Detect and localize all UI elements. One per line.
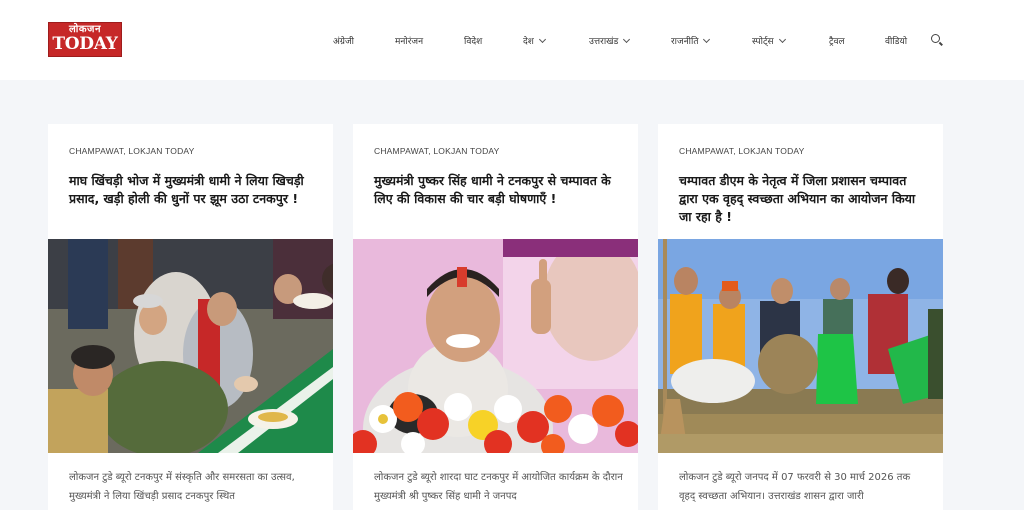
article-excerpt: लोकजन टुडे ब्यूरो टनकपुर में संस्कृति और… <box>69 472 295 502</box>
article-category[interactable]: CHAMPAWAT, LOKJAN TODAY <box>679 146 805 156</box>
site-header: लोकजन TODAY अंग्रेजी मनोरंजन विदेश देश उ… <box>0 0 1024 80</box>
nav-item-politics[interactable]: राजनीति <box>671 34 711 47</box>
nav-item-uttarakhand[interactable]: उत्तराखंड <box>589 34 631 47</box>
nav-item-country[interactable]: देश <box>523 34 546 47</box>
chevron-down-icon <box>778 35 786 44</box>
nav-label: मनोरंजन <box>395 37 424 47</box>
nav-item-entertainment[interactable]: मनोरंजन <box>395 34 423 47</box>
nav-label: स्पोर्ट्स <box>752 37 774 47</box>
article-photo-cleanliness-drive[interactable] <box>658 239 943 453</box>
nav-label: वीडियो <box>885 37 908 47</box>
search-icon-handle <box>939 41 943 46</box>
nav-label: अंग्रेजी <box>333 37 354 47</box>
article-title[interactable]: माघ खिंचड़ी भोज में मुख्यमंत्री धामी ने … <box>69 172 319 208</box>
article-excerpt: लोकजन टुडे ब्यूरो जनपद में 07 फरवरी से 3… <box>679 472 911 502</box>
article-card: CHAMPAWAT, LOKJAN TODAY माघ खिंचड़ी भोज … <box>48 124 333 510</box>
nav-item-video[interactable]: वीडियो <box>885 34 907 47</box>
main-nav: अंग्रेजी मनोरंजन विदेश देश उत्तराखंड राज… <box>0 0 1024 80</box>
nav-label: राजनीति <box>671 37 699 47</box>
nav-label: उत्तराखंड <box>589 37 619 47</box>
photo-cm-speech <box>353 239 638 453</box>
article-card: CHAMPAWAT, LOKJAN TODAY मुख्यमंत्री पुष्… <box>353 124 638 510</box>
article-excerpt: लोकजन टुडे ब्यूरो शारदा घाट टनकपुर में आ… <box>374 472 623 502</box>
search-icon[interactable] <box>931 34 943 46</box>
nav-label: देश <box>523 37 534 47</box>
nav-label: विदेश <box>464 37 483 47</box>
nav-item-sports[interactable]: स्पोर्ट्स <box>752 34 786 47</box>
chevron-down-icon <box>538 35 546 44</box>
nav-item-world[interactable]: विदेश <box>464 34 482 47</box>
nav-item-travel[interactable]: ट्रैवल <box>829 34 845 47</box>
chevron-down-icon <box>623 35 631 44</box>
article-card: CHAMPAWAT, LOKJAN TODAY चम्पावत डीएम के … <box>658 124 943 510</box>
photo-cleanliness-drive <box>658 239 943 453</box>
nav-item-english[interactable]: अंग्रेजी <box>333 34 354 47</box>
nav-label: ट्रैवल <box>829 37 845 47</box>
article-photo-khichdi-bhoj[interactable] <box>48 239 333 453</box>
article-photo-cm-speech[interactable] <box>353 239 638 453</box>
article-category[interactable]: CHAMPAWAT, LOKJAN TODAY <box>374 146 500 156</box>
article-title[interactable]: चम्पावत डीएम के नेतृत्व में जिला प्रशासन… <box>679 172 929 226</box>
article-category[interactable]: CHAMPAWAT, LOKJAN TODAY <box>69 146 195 156</box>
article-title[interactable]: मुख्यमंत्री पुष्कर सिंह धामी ने टनकपुर स… <box>374 172 624 208</box>
chevron-down-icon <box>703 35 711 44</box>
photo-khichdi-bhoj <box>48 239 333 453</box>
